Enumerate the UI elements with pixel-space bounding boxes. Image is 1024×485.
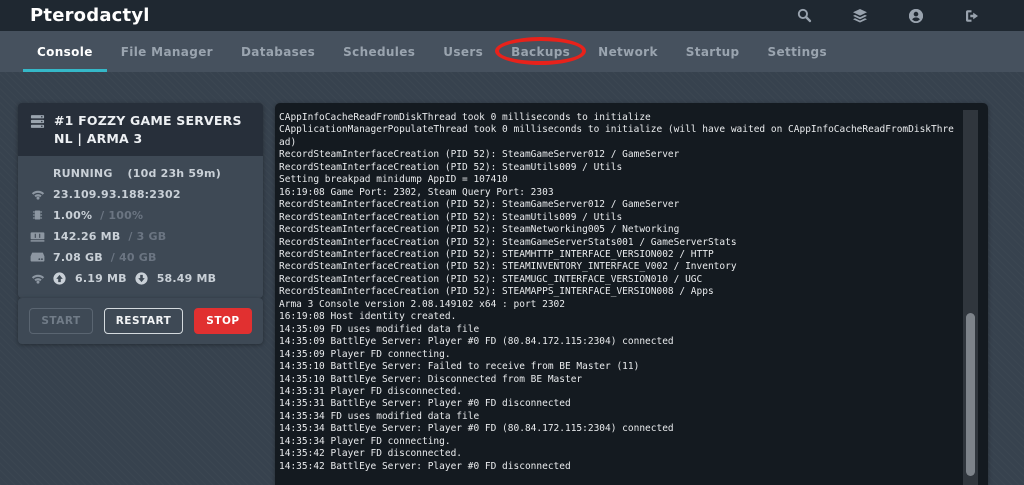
network-upload-value: 6.19 MB [75, 271, 127, 285]
console-scrollbar[interactable] [963, 110, 978, 485]
tab-file-manager[interactable]: File Manager [107, 31, 227, 72]
memory-row: 142.26 MB / 3 GB [30, 229, 251, 243]
wifi-icon [30, 187, 45, 201]
tab-network-label: Network [598, 44, 658, 59]
server-nav: Console File Manager Databases Schedules… [0, 31, 1024, 72]
disk-limit: / 40 GB [110, 250, 157, 264]
status-badge: RUNNING [53, 167, 113, 181]
user-circle-icon[interactable] [908, 8, 924, 24]
topbar: Pterodactyl [0, 0, 1024, 31]
memory-limit: / 3 GB [128, 229, 167, 243]
stop-button[interactable]: STOP [194, 308, 252, 334]
tab-databases[interactable]: Databases [227, 31, 329, 72]
tab-settings-label: Settings [767, 44, 827, 59]
tab-file-manager-label: File Manager [120, 44, 213, 59]
tab-users[interactable]: Users [429, 31, 497, 72]
power-controls-panel: START RESTART STOP [18, 298, 263, 344]
start-button[interactable]: START [29, 308, 93, 334]
tab-users-label: Users [443, 44, 484, 59]
tab-startup[interactable]: Startup [672, 31, 754, 72]
tab-settings[interactable]: Settings [754, 31, 841, 72]
tab-backups[interactable]: Backups [495, 31, 587, 72]
status-row: RUNNING (10d 23h 59m) [30, 167, 251, 180]
server-stats: RUNNING (10d 23h 59m) 23.109.93.188:2302… [18, 156, 263, 299]
search-icon[interactable] [796, 8, 812, 24]
tab-console-label: Console [37, 44, 93, 59]
network-wifi-icon [30, 271, 45, 285]
tab-network[interactable]: Network [584, 31, 672, 72]
network-download-value: 58.49 MB [156, 271, 217, 285]
server-icon [30, 115, 45, 128]
microchip-icon [30, 208, 45, 222]
console-panel: CAppInfoCacheReadFromDiskThread took 0 m… [275, 103, 988, 485]
logout-icon[interactable] [964, 8, 980, 24]
hdd-icon [30, 250, 45, 264]
network-row: 6.19 MB 58.49 MB [30, 271, 251, 285]
memory-usage: 142.26 MB [53, 229, 121, 243]
tab-startup-label: Startup [685, 44, 740, 59]
upload-arrow-icon [53, 272, 66, 285]
cpu-row: 1.00% / 100% [30, 208, 251, 222]
layers-icon[interactable] [852, 8, 868, 24]
address-row: 23.109.93.188:2302 [30, 187, 251, 201]
uptime-label: (10d 23h 59m) [127, 167, 221, 181]
download-arrow-icon [135, 272, 148, 285]
cpu-usage: 1.00% [53, 208, 93, 222]
pterodactyl-panel: Pterodactyl Console File Manager Databas… [0, 0, 1024, 485]
tab-schedules-label: Schedules [343, 44, 416, 59]
scrollbar-thumb[interactable] [966, 313, 975, 476]
tab-console[interactable]: Console [23, 31, 107, 72]
restart-button[interactable]: RESTART [103, 308, 184, 334]
disk-row: 7.08 GB / 40 GB [30, 250, 251, 264]
server-details-panel: #1 FOZZY GAME SERVERS NL | ARMA 3 RUNNIN… [18, 103, 263, 299]
disk-usage: 7.08 GB [53, 250, 103, 264]
server-address: 23.109.93.188:2302 [53, 187, 181, 201]
cpu-limit: / 100% [100, 208, 144, 222]
topbar-icon-group [796, 8, 1024, 24]
console-output: CAppInfoCacheReadFromDiskThread took 0 m… [279, 112, 954, 472]
server-title-header: #1 FOZZY GAME SERVERS NL | ARMA 3 [18, 103, 263, 157]
tab-databases-label: Databases [240, 44, 316, 59]
app-title[interactable]: Pterodactyl [30, 5, 150, 26]
memory-icon [30, 229, 45, 243]
tab-schedules[interactable]: Schedules [329, 31, 429, 72]
tab-backups-label: Backups [511, 44, 571, 59]
server-name: #1 FOZZY GAME SERVERS NL | ARMA 3 [54, 113, 242, 147]
